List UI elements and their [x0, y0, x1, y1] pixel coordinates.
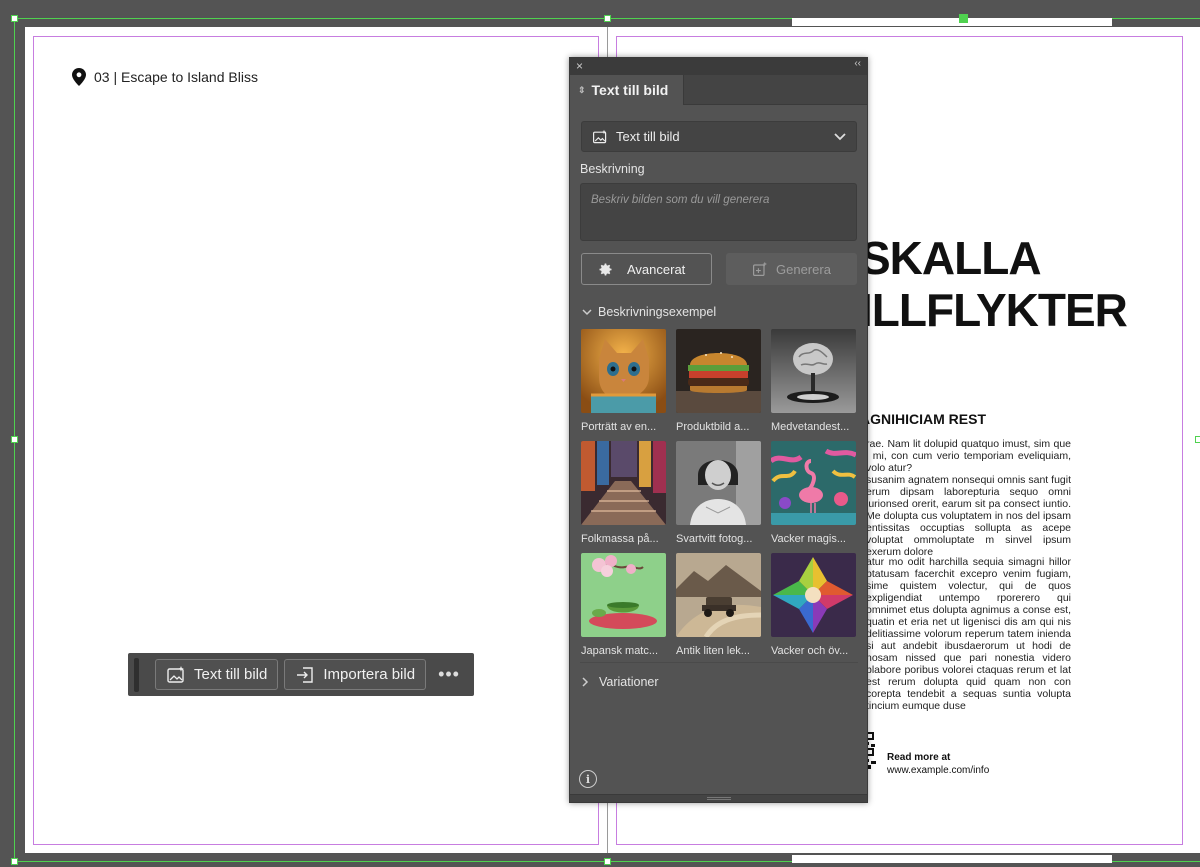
- article-paragraph-3: atur mo odit harchilla sequia simagni hi…: [866, 556, 1071, 712]
- spread-title: SKALLA ILLFLYKTER: [860, 232, 1128, 336]
- selection-handle-top-mid[interactable]: [604, 15, 611, 22]
- generate-icon: [753, 261, 768, 276]
- tab-expand-icon: ⇕: [578, 84, 586, 95]
- variations-section-header[interactable]: Variationer: [582, 675, 659, 689]
- page-header: 03 | Escape to Island Bliss: [72, 68, 258, 86]
- selection-handle-left-mid[interactable]: [11, 436, 18, 443]
- example-caption: Vacker magis...: [771, 533, 846, 545]
- example-thumbnail-flamingo: [769, 441, 858, 525]
- example-tile[interactable]: Folkmassa på...: [581, 441, 666, 545]
- panel-collapse-icon[interactable]: ‹‹: [854, 58, 861, 69]
- text-to-image-button[interactable]: Text till bild: [155, 659, 279, 690]
- example-thumbnail-antique-car: [676, 553, 762, 639]
- example-tile[interactable]: Porträtt av en...: [581, 329, 666, 433]
- examples-grid: Porträtt av en... Produktbild a... Medve…: [581, 329, 858, 657]
- example-tile[interactable]: Medvetandest...: [771, 329, 856, 433]
- import-image-label: Importera bild: [323, 666, 416, 683]
- advanced-button[interactable]: Avancerat: [581, 253, 712, 285]
- panel-close-icon[interactable]: ×: [576, 59, 583, 73]
- panel-title-bar[interactable]: × ‹‹: [570, 58, 867, 75]
- gear-icon: [599, 263, 612, 275]
- example-caption: Folkmassa på...: [581, 533, 659, 545]
- chevron-right-icon: [582, 677, 589, 687]
- chevron-down-icon: [582, 308, 592, 315]
- tab-label: Text till bild: [591, 82, 669, 98]
- contextual-task-bar: Text till bild Importera bild •••: [128, 653, 474, 696]
- examples-section-header[interactable]: Beskrivningsexempel: [582, 305, 716, 319]
- mode-dropdown-value: Text till bild: [616, 129, 680, 144]
- read-more-label: Read more at: [887, 752, 951, 763]
- generate-label: Generera: [776, 261, 831, 277]
- text-to-image-panel: × ‹‹ ⇕ Text till bild Text till bild Bes…: [569, 57, 868, 803]
- examples-section-label: Beskrivningsexempel: [598, 305, 717, 319]
- article-paragraph-2: susanim agnatem nonsequi omnis sant fugi…: [866, 474, 1071, 558]
- mode-dropdown[interactable]: Text till bild: [581, 121, 857, 152]
- chevron-down-icon: [834, 132, 846, 140]
- selection-handle-right-mid[interactable]: [1195, 436, 1200, 443]
- more-options-icon[interactable]: •••: [438, 664, 460, 685]
- spread-title-line1: SKALLA: [860, 232, 1042, 284]
- example-tile[interactable]: Produktbild a...: [676, 329, 761, 433]
- advanced-label: Avancerat: [627, 261, 686, 277]
- tab-text-to-image[interactable]: ⇕ Text till bild: [570, 75, 684, 105]
- example-thumbnail-matcha: [581, 553, 666, 637]
- spread-title-line2: ILLFLYKTER: [860, 284, 1128, 336]
- left-page-margin: [33, 36, 599, 845]
- panel-resize-bar[interactable]: [570, 794, 867, 802]
- example-thumbnail-crowd: [581, 441, 666, 525]
- selection-handle-top-right-active[interactable]: [959, 14, 968, 23]
- location-pin-icon: [72, 68, 86, 86]
- import-image-button[interactable]: Importera bild: [284, 659, 427, 690]
- pasteboard: 03 | Escape to Island Bliss SKALLA ILLFL…: [0, 0, 1200, 867]
- article-paragraph-1: rae. Nam lit dolupid quatquo imust, sim …: [866, 438, 1071, 474]
- example-caption: Medvetandest...: [771, 421, 850, 433]
- example-caption: Japansk matc...: [581, 645, 659, 657]
- example-caption: Svartvitt fotog...: [676, 533, 753, 545]
- next-spread-strip-top: [792, 18, 1112, 26]
- example-caption: Porträtt av en...: [581, 421, 657, 433]
- description-input[interactable]: Beskriv bilden som du vill generera: [580, 183, 857, 241]
- selection-handle-bottom-left[interactable]: [11, 858, 18, 865]
- example-caption: Vacker och öv...: [771, 645, 849, 657]
- example-thumbnail-bw-portrait: [676, 441, 761, 525]
- example-tile[interactable]: Vacker magis...: [769, 441, 858, 545]
- example-thumbnail-geometric-mandala: [771, 553, 856, 637]
- panel-tab-row: ⇕ Text till bild: [570, 75, 867, 105]
- section-divider: [580, 662, 858, 663]
- next-spread-strip-bottom: [792, 855, 1112, 863]
- text-to-image-icon: [593, 129, 607, 143]
- page-header-text: 03 | Escape to Island Bliss: [94, 69, 258, 85]
- article-subheading: AGNIHICIAM REST: [860, 411, 986, 427]
- text-to-image-icon: [167, 665, 184, 683]
- selection-handle-bottom-mid[interactable]: [604, 858, 611, 865]
- example-tile[interactable]: Japansk matc...: [581, 553, 666, 657]
- selection-handle-top-left[interactable]: [11, 15, 18, 22]
- example-thumbnail-burger: [676, 329, 761, 413]
- text-to-image-label: Text till bild: [194, 666, 268, 683]
- example-caption: Antik liten lek...: [676, 645, 750, 657]
- generate-button[interactable]: Generera: [726, 253, 857, 285]
- task-bar-grip[interactable]: [134, 657, 139, 692]
- example-thumbnail-brain-tree: [771, 329, 856, 413]
- example-caption: Produktbild a...: [676, 421, 750, 433]
- info-icon[interactable]: i: [579, 770, 597, 788]
- example-tile[interactable]: Antik liten lek...: [676, 553, 762, 657]
- example-tile[interactable]: Vacker och öv...: [771, 553, 856, 657]
- variations-section-label: Variationer: [599, 675, 659, 689]
- example-thumbnail-cat-portrait: [581, 329, 666, 413]
- description-label: Beskrivning: [580, 162, 645, 176]
- import-icon: [297, 666, 314, 683]
- example-tile[interactable]: Svartvitt fotog...: [676, 441, 761, 545]
- read-more-url[interactable]: www.example.com/info: [887, 764, 989, 777]
- read-more: Read more at www.example.com/info: [887, 751, 989, 777]
- resize-grip-icon: [707, 797, 731, 800]
